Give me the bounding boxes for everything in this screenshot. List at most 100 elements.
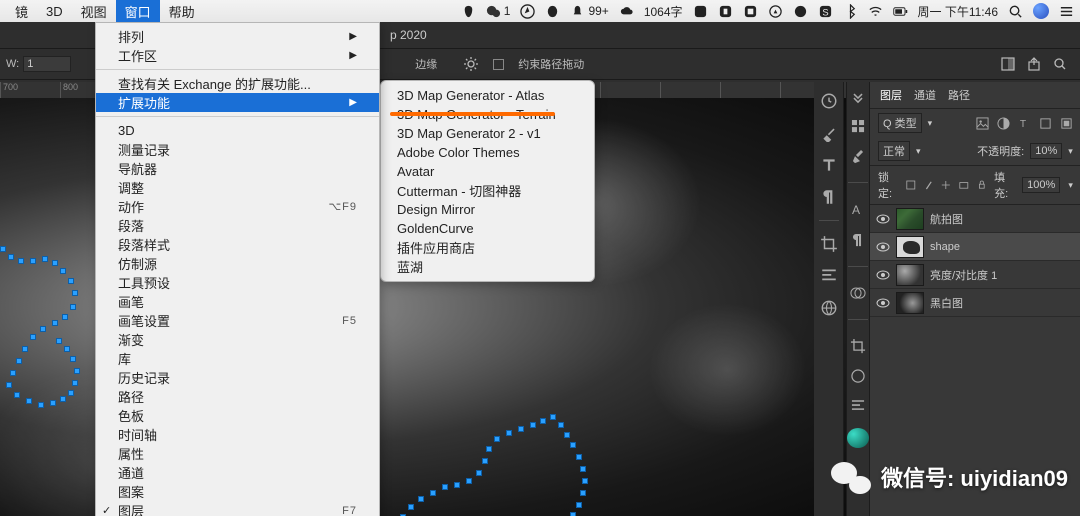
- extensions-submenu[interactable]: 3D Map Generator - Atlas3D Map Generator…: [380, 80, 595, 282]
- selection-handle[interactable]: [550, 414, 556, 420]
- menu-item[interactable]: 段落样式: [96, 235, 379, 254]
- menu-item[interactable]: 测量记录: [96, 140, 379, 159]
- siri-icon[interactable]: [1033, 3, 1049, 19]
- visibility-icon[interactable]: [876, 212, 890, 226]
- layer-row[interactable]: shape: [870, 233, 1080, 261]
- tab-paths[interactable]: 路径: [948, 87, 970, 103]
- selection-handle[interactable]: [408, 504, 414, 510]
- submenu-item[interactable]: Cutterman - 切图神器: [381, 181, 594, 200]
- type-panel-icon[interactable]: A: [849, 201, 867, 217]
- wechat-status-icon[interactable]: 1: [486, 4, 511, 19]
- selection-handle[interactable]: [576, 502, 582, 508]
- menu-item[interactable]: 图案: [96, 482, 379, 501]
- search-icon[interactable]: [1052, 56, 1068, 72]
- selection-handle[interactable]: [70, 356, 76, 362]
- menu-item[interactable]: 工作区▶: [96, 46, 379, 65]
- submenu-item[interactable]: Avatar: [381, 162, 594, 181]
- selection-handle[interactable]: [0, 246, 6, 252]
- window-menu-dropdown[interactable]: 排列▶工作区▶查找有关 Exchange 的扩展功能...扩展功能▶3D测量记录…: [95, 22, 380, 516]
- selection-handle[interactable]: [40, 326, 46, 332]
- menu-item[interactable]: 排列▶: [96, 27, 379, 46]
- lock-position-icon[interactable]: [924, 179, 934, 191]
- filter-adjust-icon[interactable]: [997, 117, 1010, 130]
- selection-handle[interactable]: [16, 358, 22, 364]
- menu-item-window[interactable]: 窗口: [116, 0, 160, 22]
- selection-handle[interactable]: [10, 370, 16, 376]
- selection-handle[interactable]: [518, 426, 524, 432]
- menu-item[interactable]: 通道: [96, 463, 379, 482]
- selection-handle[interactable]: [52, 260, 58, 266]
- submenu-item[interactable]: GoldenCurve: [381, 219, 594, 238]
- menu-item[interactable]: 镜: [6, 0, 37, 22]
- menu-item[interactable]: 渐变: [96, 330, 379, 349]
- paragraph-icon[interactable]: [820, 188, 838, 206]
- selection-handle[interactable]: [430, 490, 436, 496]
- selection-handle[interactable]: [60, 396, 66, 402]
- align-panel-icon[interactable]: [849, 398, 867, 414]
- filter-shape-icon[interactable]: [1039, 117, 1052, 130]
- visibility-icon[interactable]: [876, 268, 890, 282]
- swatches-icon[interactable]: [849, 118, 867, 134]
- status-s-icon[interactable]: S: [818, 4, 833, 19]
- lock-all-icon[interactable]: [977, 179, 987, 191]
- menu-item[interactable]: 工具预设: [96, 273, 379, 292]
- selection-handle[interactable]: [466, 478, 472, 484]
- filter-type-icon[interactable]: T: [1018, 117, 1031, 130]
- control-center-icon[interactable]: [1059, 4, 1074, 19]
- alignment-icon[interactable]: [820, 267, 838, 285]
- opacity-input[interactable]: 10%: [1030, 143, 1062, 159]
- status-square-icon[interactable]: [743, 4, 758, 19]
- lock-frame-icon[interactable]: [959, 179, 969, 191]
- selection-handle[interactable]: [494, 436, 500, 442]
- globe-icon[interactable]: [820, 299, 838, 317]
- status-circle-icon[interactable]: [793, 4, 808, 19]
- menu-item[interactable]: 动作⌥F9: [96, 197, 379, 216]
- menu-item[interactable]: 路径: [96, 387, 379, 406]
- selection-handle[interactable]: [540, 418, 546, 424]
- menu-item[interactable]: 3D: [96, 121, 379, 140]
- selection-handle[interactable]: [38, 402, 44, 408]
- submenu-item[interactable]: Adobe Color Themes: [381, 143, 594, 162]
- width-input[interactable]: [23, 56, 71, 72]
- visibility-icon[interactable]: [876, 296, 890, 310]
- menu-item[interactable]: 3D: [37, 0, 72, 22]
- menu-item[interactable]: 调整: [96, 178, 379, 197]
- selection-handle[interactable]: [580, 466, 586, 472]
- cloud-icon[interactable]: [619, 4, 634, 19]
- filter-image-icon[interactable]: [976, 117, 989, 130]
- safari-icon[interactable]: [768, 4, 783, 19]
- lock-pixels-icon[interactable]: [906, 179, 916, 191]
- selection-handle[interactable]: [62, 314, 68, 320]
- menu-item[interactable]: 帮助: [160, 0, 204, 22]
- battery-icon[interactable]: [893, 4, 908, 19]
- selection-handle[interactable]: [30, 334, 36, 340]
- menu-item[interactable]: 历史记录: [96, 368, 379, 387]
- brush-icon[interactable]: [849, 148, 867, 164]
- selection-handle[interactable]: [6, 382, 12, 388]
- menu-item[interactable]: 仿制源: [96, 254, 379, 273]
- selection-handle[interactable]: [56, 338, 62, 344]
- apple-menu-icon[interactable]: [461, 4, 476, 19]
- selection-handle[interactable]: [74, 368, 80, 374]
- selection-handle[interactable]: [570, 512, 576, 516]
- selection-handle[interactable]: [72, 290, 78, 296]
- selection-handle[interactable]: [52, 320, 58, 326]
- qq-icon[interactable]: [545, 4, 560, 19]
- menu-item[interactable]: 画笔: [96, 292, 379, 311]
- selection-handle[interactable]: [580, 490, 586, 496]
- selection-handle[interactable]: [418, 496, 424, 502]
- submenu-item[interactable]: 蓝湖: [381, 257, 594, 276]
- menu-item[interactable]: 段落: [96, 216, 379, 235]
- selection-handle[interactable]: [476, 470, 482, 476]
- tab-channels[interactable]: 通道: [914, 87, 936, 103]
- gear-icon[interactable]: [463, 56, 479, 72]
- panel-toggle-icon[interactable]: [1000, 56, 1016, 72]
- selection-handle[interactable]: [8, 254, 14, 260]
- selection-handle[interactable]: [72, 380, 78, 386]
- layer-row[interactable]: 亮度/对比度 1: [870, 261, 1080, 289]
- globe-panel-icon[interactable]: [849, 368, 867, 384]
- selection-handle[interactable]: [18, 258, 24, 264]
- status-square-icon[interactable]: [718, 4, 733, 19]
- wifi-icon[interactable]: [868, 4, 883, 19]
- menu-item[interactable]: 时间轴: [96, 425, 379, 444]
